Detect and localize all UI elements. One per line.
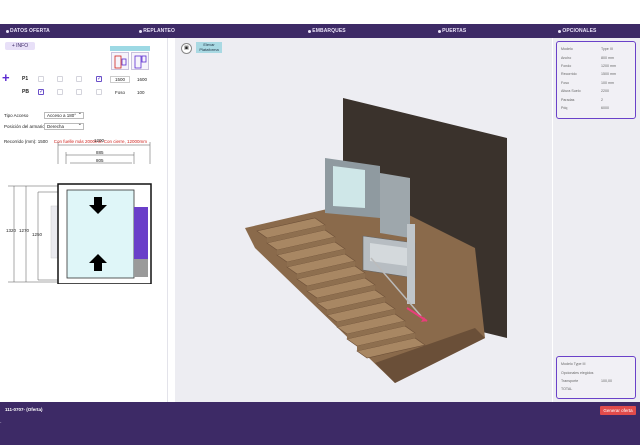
price-row: Transporte 100,00 bbox=[561, 378, 612, 383]
plan-drawing: 1200 885 805 1320 1270 1250 bbox=[0, 134, 168, 284]
spec-row: Modelo Type III bbox=[561, 47, 613, 52]
3d-viewport[interactable]: ▣ Elevar Plataforma bbox=[175, 38, 552, 402]
tab-embarques[interactable]: EMBARQUES bbox=[264, 28, 389, 34]
tab-dot-icon bbox=[6, 29, 9, 33]
tab-opcionales[interactable]: OPCIONALES bbox=[515, 28, 640, 34]
platform-plan-svg bbox=[8, 142, 152, 284]
price-card: Modelo Type III Opcionales elegidos Tran… bbox=[556, 356, 636, 399]
plan-toggle-bar[interactable] bbox=[110, 46, 150, 51]
info-button[interactable]: + INFO bbox=[5, 42, 35, 50]
pit-label: Foso bbox=[115, 89, 126, 95]
tab-puertas[interactable]: PUERTAS bbox=[390, 28, 515, 34]
height-input[interactable]: 1500 bbox=[110, 75, 130, 83]
layout-option-2-icon[interactable] bbox=[131, 52, 149, 70]
checkbox[interactable] bbox=[38, 76, 44, 82]
spec-row: Altura Suelo 2200 bbox=[561, 89, 609, 94]
spec-card: Modelo Type III Ancho 800 mm Fondo 1200 mm … bbox=[556, 41, 636, 119]
checkbox-checked[interactable] bbox=[38, 88, 44, 95]
tab-dot-icon bbox=[558, 29, 562, 33]
tab-dot-icon bbox=[139, 29, 143, 33]
floor-row-p1: P1 1500 1600 bbox=[0, 74, 168, 84]
spec-row: Ancho 800 mm bbox=[561, 55, 614, 60]
pit-value: 100 bbox=[137, 89, 145, 95]
height-value: 1600 bbox=[137, 76, 148, 82]
checkbox-checked[interactable] bbox=[96, 75, 102, 82]
price-row: Modelo Type III bbox=[561, 362, 586, 367]
access-type-label: Tipo Acceso bbox=[4, 113, 29, 118]
checkbox[interactable] bbox=[96, 89, 102, 95]
cabinet-position-label: Posición del armario: bbox=[4, 124, 47, 129]
price-row: TOTAL bbox=[561, 387, 573, 392]
checkbox[interactable] bbox=[76, 89, 82, 95]
spec-row: Recorrido 1500 mm bbox=[561, 72, 616, 77]
cabinet-position-select[interactable]: Derecha bbox=[44, 122, 84, 130]
stair-lift-3d-model bbox=[245, 98, 507, 383]
tab-dot-icon bbox=[438, 29, 442, 33]
tab-replanteo[interactable]: REPLANTEO bbox=[131, 28, 264, 34]
checkbox[interactable] bbox=[57, 76, 63, 82]
generate-offer-button[interactable]: Generar oferta bbox=[600, 406, 636, 415]
checkbox[interactable] bbox=[57, 89, 63, 95]
spec-row: Paradas 2 bbox=[561, 97, 603, 102]
price-row: Opcionales elegidos bbox=[561, 370, 594, 375]
spec-row: Foso 100 mm bbox=[561, 80, 614, 85]
floor-row-pb: PB Foso 100 bbox=[0, 87, 168, 97]
tab-dot-icon bbox=[308, 29, 312, 33]
footer-dash: - bbox=[0, 419, 2, 424]
layout-option-1-icon[interactable] bbox=[111, 52, 129, 70]
spec-row: Pdq 6000 bbox=[561, 105, 609, 110]
footer-bar: 111-0707- (Oferta) - Generar oferta bbox=[0, 402, 640, 445]
access-type-select[interactable]: Acceso a 180° bbox=[44, 111, 84, 119]
top-navigation: DATOS OFERTA REPLANTEO EMBARQUES PUERTAS… bbox=[0, 24, 640, 38]
tab-datos-oferta[interactable]: DATOS OFERTA bbox=[0, 28, 131, 34]
spec-row: Fondo 1200 mm bbox=[561, 63, 616, 68]
offer-reference: 111-0707- (Oferta) bbox=[5, 407, 43, 412]
top-blank-strip bbox=[0, 0, 640, 24]
checkbox[interactable] bbox=[76, 76, 82, 82]
summary-panel: Modelo Type III Ancho 800 mm Fondo 1200 mm … bbox=[553, 38, 640, 402]
